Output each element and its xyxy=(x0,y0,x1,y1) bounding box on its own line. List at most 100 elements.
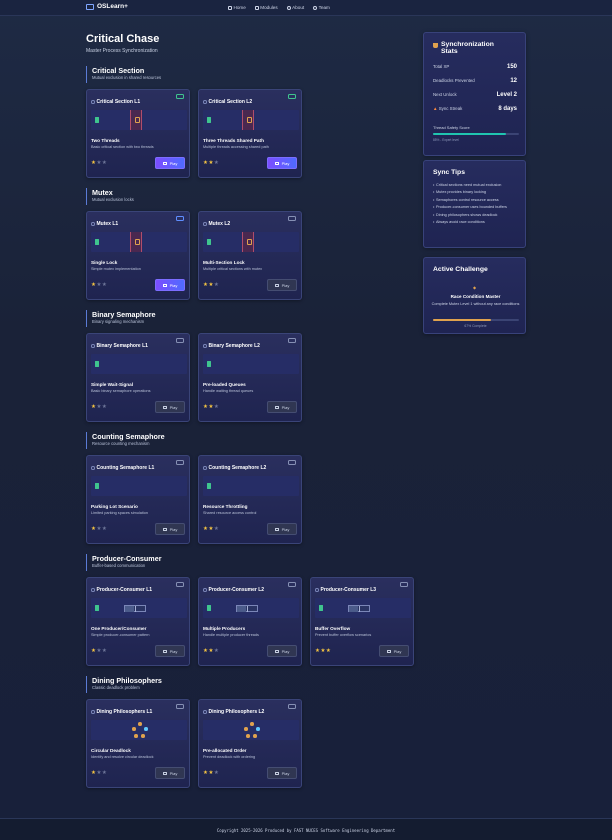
level-card[interactable]: Producer-Consumer L3 Buffer Overflow Preve… xyxy=(310,577,414,666)
stats-panel: Synchronization Stats Total XP 150 Deadlo… xyxy=(423,32,526,156)
play-button[interactable]: Play xyxy=(155,279,185,291)
buffer-visual xyxy=(236,605,258,612)
card-title-text: Mutex L2 xyxy=(208,221,231,227)
nav-link-home[interactable]: Home xyxy=(228,5,246,10)
play-label: Play xyxy=(281,770,290,776)
lock-zone xyxy=(130,110,142,130)
level-name: Resource Throttling xyxy=(203,504,248,509)
level-card[interactable]: Dining Philosophers L2 Pre-allocated Orde… xyxy=(198,699,302,788)
section-title: Critical Section xyxy=(92,66,145,75)
star-icon: ★ xyxy=(101,404,108,410)
tip-item: Dining philosophers shows deadlock xyxy=(433,213,521,219)
stat-value: Level 2 xyxy=(496,92,517,98)
top-nav: OSLearn+ Home Modules About Team xyxy=(0,0,612,16)
stat-value: 12 xyxy=(510,78,517,84)
card-title-text: Producer-Consumer L1 xyxy=(96,587,153,593)
stat-deadlocks: Deadlocks Prevented 12 xyxy=(433,78,517,84)
level-desc: Multiple critical sections with mutex xyxy=(203,267,263,271)
level-card[interactable]: Binary Semaphore L2 Pre-loaded Queues Hand… xyxy=(198,333,302,422)
challenge-bar-fill xyxy=(433,319,491,321)
home-icon xyxy=(228,5,232,10)
gamepad-icon xyxy=(274,283,279,287)
play-label: Play xyxy=(281,526,290,532)
level-desc: Prevent deadlock with ordering xyxy=(203,755,256,759)
level-icon xyxy=(203,100,207,104)
level-card[interactable]: Critical Section L1 Two Threads Basic crit… xyxy=(86,89,190,178)
level-card[interactable]: Producer-Consumer L2 Multiple Producers Ha… xyxy=(198,577,302,666)
star-rating: ★★★ xyxy=(91,282,107,288)
play-button[interactable]: Play xyxy=(155,523,185,535)
gamepad-icon xyxy=(162,527,167,531)
users-icon xyxy=(313,5,318,10)
level-card[interactable]: Critical Section L2 Three Threads Shared … xyxy=(198,89,302,178)
level-desc: Simple producer-consumer pattern xyxy=(91,633,150,637)
safety-label: Thread Safety Score xyxy=(433,125,470,130)
tip-item: Semaphores control resource access xyxy=(433,198,521,204)
level-card[interactable]: Producer-Consumer L1 One Producer/Consume… xyxy=(86,577,190,666)
play-label: Play xyxy=(169,404,178,410)
level-card[interactable]: Counting Semaphore L1 Parking Lot Scenari… xyxy=(86,455,190,544)
thread-marker xyxy=(207,605,211,611)
brand-logo[interactable]: OSLearn+ xyxy=(86,3,128,10)
tip-item: Always avoid race conditions xyxy=(433,220,521,226)
gamepad-icon xyxy=(162,771,167,775)
section-title: Producer-Consumer xyxy=(92,554,162,563)
play-button[interactable]: Play xyxy=(379,645,409,657)
play-label: Play xyxy=(169,526,178,532)
lock-zone xyxy=(242,110,254,130)
play-button[interactable]: Play xyxy=(155,157,185,169)
level-visual xyxy=(91,476,187,496)
gamepad-icon xyxy=(274,161,279,165)
stat-next-unlock: Next Unlock Level 2 xyxy=(433,92,517,98)
level-visual xyxy=(91,720,187,740)
play-button[interactable]: Play xyxy=(267,523,297,535)
play-button[interactable]: Play xyxy=(267,645,297,657)
level-name: Pre-allocated Order xyxy=(203,748,247,753)
nav-link-label: About xyxy=(292,5,305,10)
star-rating: ★★★ xyxy=(315,648,331,654)
play-button[interactable]: Play xyxy=(267,401,297,413)
section-header: Dining Philosophers Classic deadlock prob… xyxy=(86,676,416,693)
nav-link-label: Home xyxy=(233,5,246,10)
play-button[interactable]: Play xyxy=(267,157,297,169)
nav-link-label: Modules xyxy=(260,5,278,10)
philosophers-visual xyxy=(244,722,260,738)
card-title: Producer-Consumer L3 xyxy=(315,587,376,593)
level-desc: Basic critical section with two threads xyxy=(91,145,154,149)
level-card[interactable]: Counting Semaphore L2 Resource Throttling… xyxy=(198,455,302,544)
card-title: Mutex L2 xyxy=(203,221,230,227)
level-card[interactable]: Mutex L1 Single Lock Simple mutex implemen… xyxy=(86,211,190,300)
section: Critical Section Mutual exclusion in shar… xyxy=(86,66,416,178)
challenge-panel: Active Challenge ◆ Race Condition Master… xyxy=(423,257,526,334)
play-button[interactable]: Play xyxy=(155,645,185,657)
play-button[interactable]: Play xyxy=(155,767,185,779)
card-title: Dining Philosophers L1 xyxy=(91,709,152,715)
play-button[interactable]: Play xyxy=(267,767,297,779)
lock-icon xyxy=(176,460,184,465)
section: Binary Semaphore Binary signaling mechani… xyxy=(86,310,416,422)
level-card[interactable]: Dining Philosophers L1 Circular Deadlock I… xyxy=(86,699,190,788)
level-visual xyxy=(203,354,299,374)
gamepad-icon xyxy=(274,405,279,409)
play-button[interactable]: Play xyxy=(267,279,297,291)
nav-link-modules[interactable]: Modules xyxy=(254,5,278,10)
card-title: Producer-Consumer L1 xyxy=(91,587,152,593)
level-name: Multiple Producers xyxy=(203,626,246,631)
play-label: Play xyxy=(169,648,178,654)
thread-marker xyxy=(95,117,99,123)
section: Counting Semaphore Resource counting mech… xyxy=(86,432,416,544)
level-icon xyxy=(203,710,207,714)
section-header: Mutex Mutual exclusion locks xyxy=(86,188,416,205)
lock-zone xyxy=(242,232,254,252)
level-card[interactable]: Binary Semaphore L1 Simple Wait-Signal Bas… xyxy=(86,333,190,422)
nav-link-team[interactable]: Team xyxy=(313,5,330,10)
level-name: Three Threads Shared Path xyxy=(203,138,264,143)
level-card[interactable]: Mutex L2 Multi-Section Lock Multiple criti… xyxy=(198,211,302,300)
level-name: Buffer Overflow xyxy=(315,626,351,631)
challenge-name: Race Condition Master xyxy=(450,294,501,299)
star-icon: ★ xyxy=(325,648,332,654)
star-icon: ★ xyxy=(213,526,220,532)
nav-link-about[interactable]: About xyxy=(286,5,305,10)
play-button[interactable]: Play xyxy=(155,401,185,413)
star-rating: ★★★ xyxy=(203,648,219,654)
